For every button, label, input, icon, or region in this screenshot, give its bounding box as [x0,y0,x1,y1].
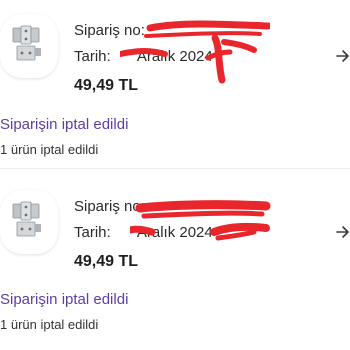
arrow-right-icon[interactable] [336,224,350,240]
order-number: Sipariş no: [74,22,145,39]
arrow-right-icon[interactable] [336,48,350,64]
order-number-label: Sipariş no: [74,22,145,39]
door-hinge-icon [12,25,41,61]
order-substatus: 1 ürün iptal edildi [0,142,99,157]
order-status: Siparişin iptal edildi [0,291,129,308]
order-number: Sipariş no: [74,198,145,215]
order-card[interactable]: Sipariş no: Tarih: Aralık 2024 49,49 TL … [0,176,350,332]
order-price: 49,49 TL [74,77,139,94]
redaction-mark [130,200,271,241]
order-date: Tarih: Aralık 2024 [74,48,213,65]
order-date: Tarih: Aralık 2024 [74,224,213,241]
door-hinge-icon [12,201,41,237]
product-thumbnail[interactable] [0,190,58,254]
product-thumbnail[interactable] [0,14,58,78]
order-card[interactable]: Sipariş no: Tarih: Aralık 2024 49,49 TL … [0,0,350,169]
order-date-value: Aralık 2024 [136,48,213,65]
divider [0,168,350,169]
order-date-label: Tarih: [74,224,111,241]
order-status: Siparişin iptal edildi [0,116,129,133]
order-summary[interactable]: Sipariş no: Tarih: Aralık 2024 49,49 TL [0,176,350,286]
order-date-value: Aralık 2024 [136,224,213,241]
order-date-label: Tarih: [74,48,111,65]
order-substatus: 1 ürün iptal edildi [0,317,99,332]
order-summary[interactable]: Sipariş no: Tarih: Aralık 2024 49,49 TL [0,0,350,110]
order-number-label: Sipariş no: [74,198,145,215]
order-price: 49,49 TL [74,253,139,270]
